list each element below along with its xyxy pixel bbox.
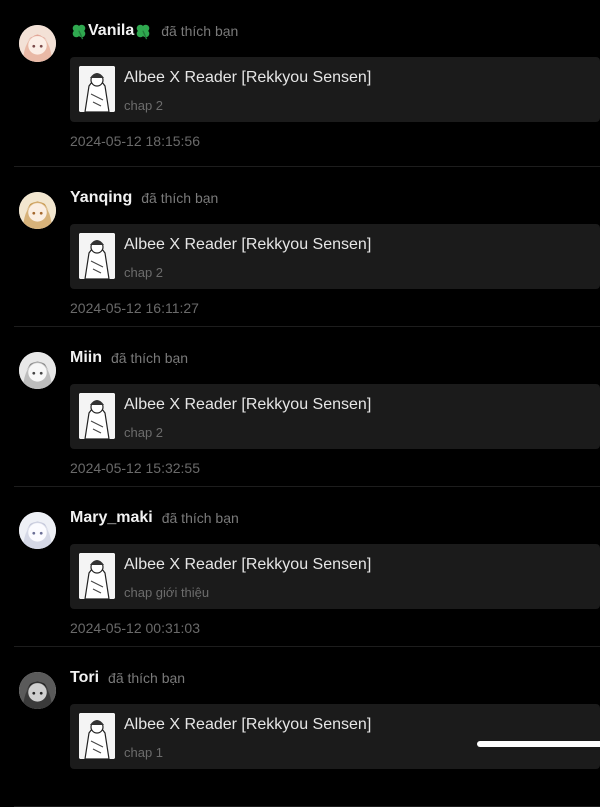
four-leaf-clover-icon (136, 24, 150, 40)
story-cover-thumbnail (79, 553, 115, 599)
story-title: Albee X Reader [Rekkyou Sensen] (124, 716, 372, 733)
chapter-label: chap 2 (124, 98, 164, 113)
avatar[interactable] (19, 672, 56, 709)
story-card[interactable]: Albee X Reader [Rekkyou Sensen] chap giớ… (70, 544, 600, 609)
timestamp: 2024-05-12 16:11:27 (70, 300, 199, 316)
home-indicator[interactable] (477, 741, 600, 747)
action-text: đã thích bạn (161, 23, 239, 39)
notification-feed: Vanila đã thích bạn Albee X Reader [Rekk… (0, 0, 600, 807)
action-text: đã thích bạn (141, 190, 219, 206)
username[interactable]: Miin (70, 349, 102, 367)
notification-item[interactable]: Yanqing đã thích bạn Albee X Reader [Rek… (14, 167, 600, 327)
action-text: đã thích bạn (161, 510, 239, 526)
avatar[interactable] (19, 25, 56, 62)
story-title: Albee X Reader [Rekkyou Sensen] (124, 236, 372, 253)
timestamp: 2024-05-12 18:15:56 (70, 133, 200, 149)
notification-item[interactable]: Tori đã thích bạn Albee X Reader [Rekkyo… (14, 647, 600, 807)
story-card[interactable]: Albee X Reader [Rekkyou Sensen] chap 2 (70, 224, 600, 289)
avatar[interactable] (19, 192, 56, 229)
username[interactable]: Yanqing (70, 189, 132, 207)
four-leaf-clover-icon (72, 24, 86, 40)
chapter-label: chap 2 (124, 425, 164, 440)
notification-item[interactable]: Mary_maki đã thích bạn Albee X Reader [R… (14, 487, 600, 647)
username[interactable]: Mary_maki (70, 509, 153, 527)
username[interactable]: Tori (70, 669, 99, 687)
timestamp: 2024-05-12 00:31:03 (70, 620, 200, 636)
notification-item[interactable]: Vanila đã thích bạn Albee X Reader [Rekk… (14, 0, 600, 167)
story-title: Albee X Reader [Rekkyou Sensen] (124, 69, 372, 86)
story-card[interactable]: Albee X Reader [Rekkyou Sensen] chap 1 (70, 704, 600, 769)
action-text: đã thích bạn (108, 670, 186, 686)
chapter-label: chap 1 (124, 745, 164, 760)
story-cover-thumbnail (79, 66, 115, 112)
timestamp: 2024-05-12 15:32:55 (70, 460, 200, 476)
avatar[interactable] (19, 352, 56, 389)
avatar[interactable] (19, 512, 56, 549)
story-cover-thumbnail (79, 233, 115, 279)
story-title: Albee X Reader [Rekkyou Sensen] (124, 396, 372, 413)
username[interactable]: Vanila (88, 22, 134, 40)
chapter-label: chap 2 (124, 265, 164, 280)
action-text: đã thích bạn (111, 350, 189, 366)
story-title: Albee X Reader [Rekkyou Sensen] (124, 556, 372, 573)
story-card[interactable]: Albee X Reader [Rekkyou Sensen] chap 2 (70, 57, 600, 122)
notification-item[interactable]: Miin đã thích bạn Albee X Reader [Rekkyo… (14, 327, 600, 487)
chapter-label: chap giới thiệu (124, 585, 210, 600)
story-cover-thumbnail (79, 713, 115, 759)
story-cover-thumbnail (79, 393, 115, 439)
story-card[interactable]: Albee X Reader [Rekkyou Sensen] chap 2 (70, 384, 600, 449)
